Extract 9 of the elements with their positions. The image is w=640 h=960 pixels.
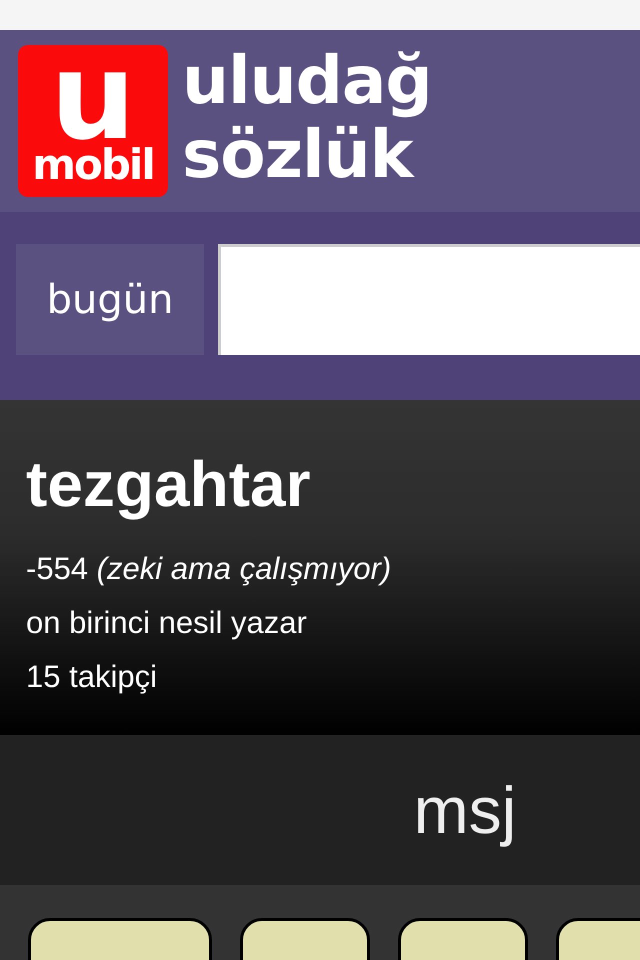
message-link[interactable]: msj xyxy=(414,772,516,848)
search-field[interactable] xyxy=(218,244,640,355)
site-title: sözlük xyxy=(182,118,414,192)
followers-text: 15 takipçi xyxy=(26,658,157,696)
username: tezgahtar xyxy=(26,447,310,522)
rank-text: on birinci nesil yazar xyxy=(26,604,307,642)
site-title: uludağ xyxy=(182,44,432,118)
today-button[interactable]: bugün xyxy=(16,244,204,355)
score-text: -554 (zeki ama çalışmıyor) xyxy=(26,550,392,588)
